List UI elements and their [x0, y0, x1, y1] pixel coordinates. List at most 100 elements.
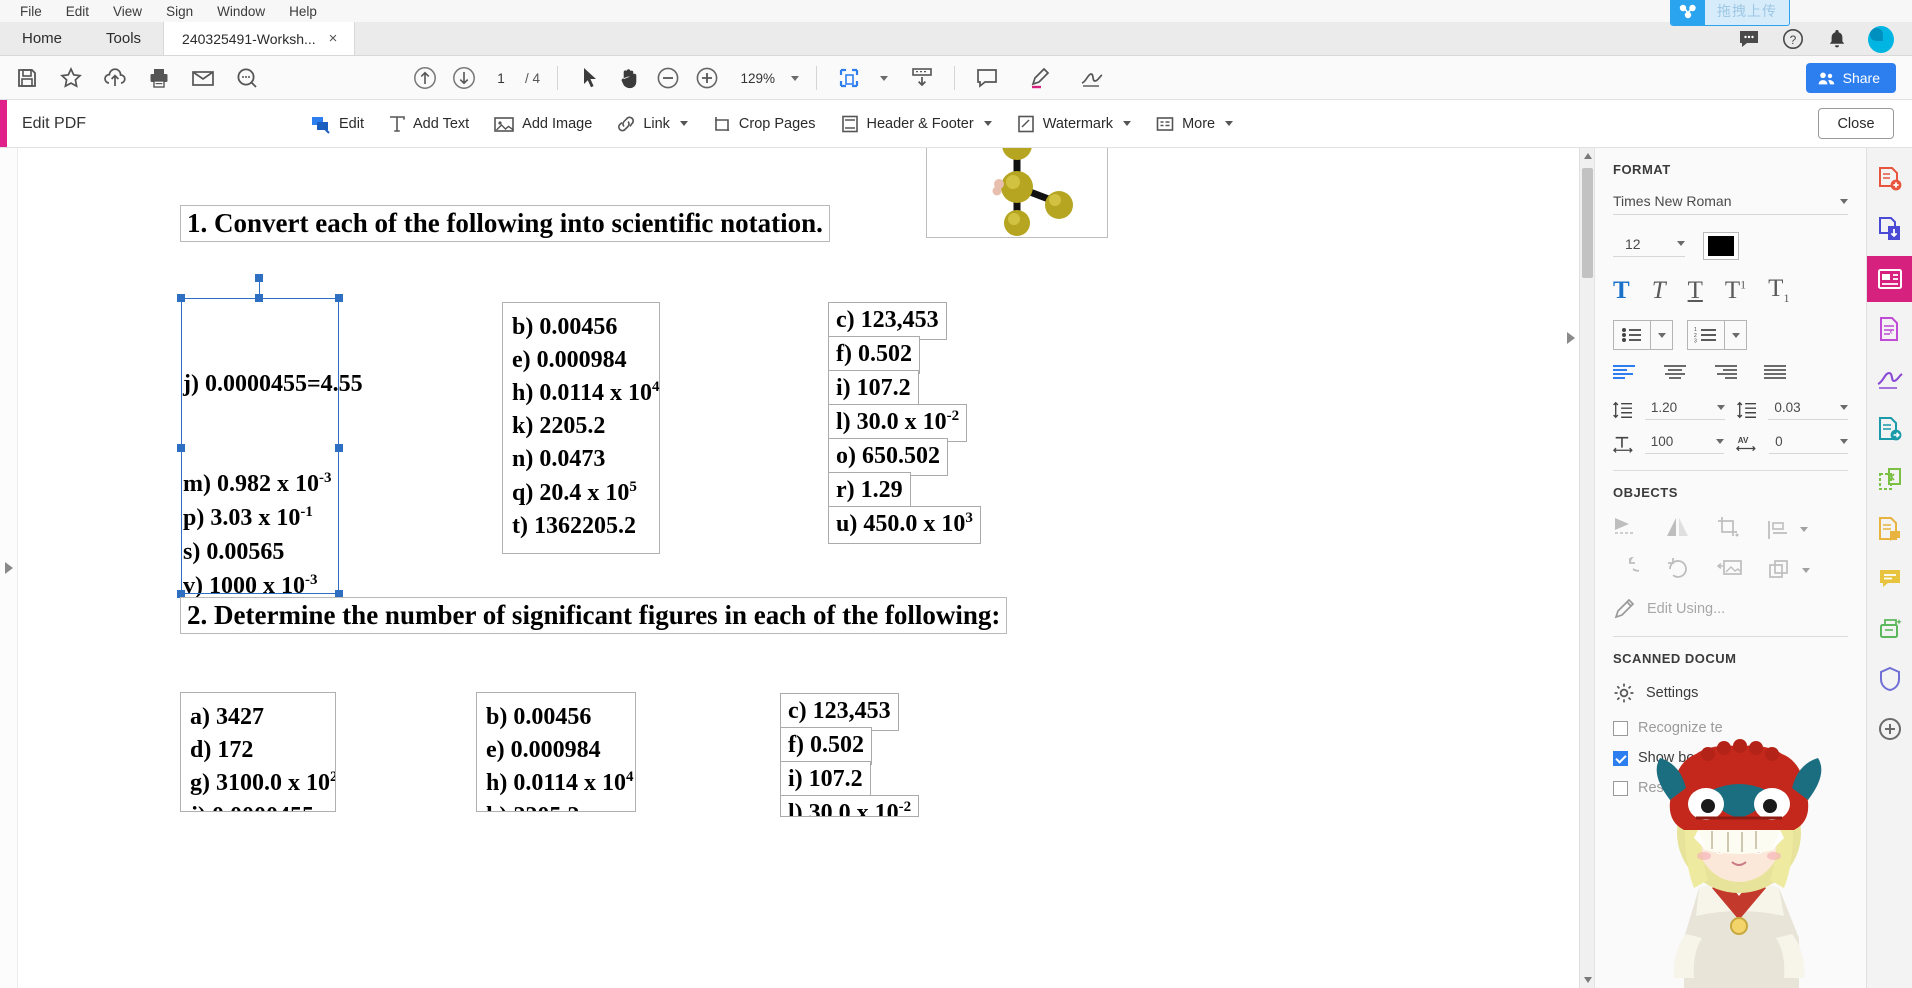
pan-hand-icon[interactable]	[614, 63, 644, 93]
help-icon[interactable]: ?	[1780, 26, 1806, 52]
q1-item-c[interactable]: c) 123,453	[828, 302, 947, 341]
menu-file[interactable]: File	[8, 2, 54, 21]
font-color-swatch[interactable]	[1703, 232, 1739, 260]
restrict-checkbox[interactable]	[1613, 780, 1628, 796]
enhance-scans-icon[interactable]	[1867, 606, 1912, 652]
selection-handle-mid-right[interactable]	[335, 444, 343, 452]
molecule-image[interactable]	[926, 148, 1108, 238]
italic-button[interactable]: T	[1652, 278, 1666, 303]
star-icon[interactable]	[56, 63, 86, 93]
chevron-down-icon-3[interactable]	[1123, 121, 1132, 126]
selection-handle-top-left[interactable]	[177, 294, 185, 302]
edit-using-row[interactable]: Edit Using...	[1613, 598, 1848, 620]
create-pdf-icon[interactable]	[1867, 156, 1912, 202]
document-canvas[interactable]: 1. Convert each of the following into sc…	[18, 148, 1579, 988]
numbered-list-dropdown[interactable]	[1724, 321, 1746, 349]
question-2-heading[interactable]: 2. Determine the number of significant f…	[180, 597, 1008, 634]
character-spacing-select[interactable]: 0	[1769, 434, 1849, 454]
next-page-icon[interactable]	[449, 63, 479, 93]
chevron-down-icon-size[interactable]	[1677, 241, 1685, 246]
tab-tools[interactable]: Tools	[84, 22, 163, 55]
chevron-down-icon-2[interactable]	[983, 121, 992, 126]
organize-pages-icon[interactable]	[1867, 456, 1912, 502]
ribbon-header-footer-button[interactable]: Header & Footer	[830, 108, 1002, 140]
page-number-input[interactable]	[488, 67, 514, 89]
paragraph-spacing-select[interactable]: 0.03	[1768, 400, 1848, 420]
export-pdf-icon[interactable]	[1867, 206, 1912, 252]
selection-handle-mid-left[interactable]	[177, 444, 185, 452]
chevron-down-icon-linespacing[interactable]	[1716, 405, 1725, 410]
comment-icon[interactable]	[1736, 26, 1762, 52]
avatar[interactable]	[1868, 25, 1894, 53]
scanned-settings-row[interactable]: Settings	[1613, 682, 1848, 704]
zoom-dropdown-caret-icon[interactable]	[791, 75, 800, 81]
q1-item-i[interactable]: i) 107.2	[828, 370, 919, 409]
zoom-in-icon[interactable]	[692, 63, 722, 93]
search-icon[interactable]	[232, 63, 262, 93]
ribbon-add-text-button[interactable]: Add Text	[378, 108, 479, 140]
close-icon[interactable]: ×	[326, 30, 341, 47]
q2-item-f[interactable]: f) 0.502	[780, 727, 872, 766]
ribbon-edit-button[interactable]: Edit	[300, 108, 374, 140]
line-spacing-select[interactable]: 1.20	[1644, 400, 1725, 420]
scroll-mode-icon[interactable]	[907, 63, 937, 93]
cloud-upload-icon[interactable]	[100, 63, 130, 93]
fit-page-icon[interactable]	[834, 63, 864, 93]
q1-item-u[interactable]: u) 450.0 x 103	[828, 506, 981, 545]
selection-handle-top-right[interactable]	[335, 294, 343, 302]
tab-document[interactable]: 240325491-Worksh... ×	[163, 22, 356, 55]
q2-column-1-box[interactable]: a) 3427 d) 172 g) 3100.0 x 102 j) 0.0000…	[180, 692, 336, 812]
show-boxes-row[interactable]: Show bo	[1613, 750, 1848, 766]
zoom-out-icon[interactable]	[653, 63, 683, 93]
comment-rail-icon[interactable]	[1867, 506, 1912, 552]
superscript-button[interactable]: T1	[1725, 278, 1746, 303]
expand-left-panel-icon[interactable]	[4, 562, 13, 574]
close-edit-button[interactable]: Close	[1818, 108, 1894, 139]
menu-edit[interactable]: Edit	[54, 2, 101, 21]
bell-icon[interactable]	[1824, 26, 1850, 52]
scroll-down-button[interactable]	[1580, 972, 1595, 988]
q1-item-o[interactable]: o) 650.502	[828, 438, 948, 477]
font-family-select[interactable]: Times New Roman	[1613, 193, 1848, 215]
show-boxes-checkbox[interactable]	[1613, 750, 1628, 766]
sign-rail-icon[interactable]	[1867, 356, 1912, 402]
share-button[interactable]: Share	[1805, 63, 1896, 93]
previous-page-icon[interactable]	[410, 63, 440, 93]
print-icon[interactable]	[144, 63, 174, 93]
zoom-level-value[interactable]: 129%	[731, 71, 775, 86]
comment-tool-icon[interactable]	[972, 63, 1002, 93]
send-for-review-icon[interactable]	[1867, 406, 1912, 452]
rotate-left-icon[interactable]	[1613, 553, 1647, 584]
chat-rail-icon[interactable]	[1867, 556, 1912, 602]
crop-object-icon[interactable]	[1717, 516, 1741, 543]
ribbon-crop-pages-button[interactable]: Crop Pages	[702, 108, 826, 140]
fit-dropdown-caret-icon[interactable]	[880, 75, 889, 81]
q2-item-c[interactable]: c) 123,453	[780, 693, 899, 732]
fill-sign-icon[interactable]: x	[1867, 306, 1912, 352]
align-justify-button[interactable]	[1763, 365, 1787, 384]
recognize-text-checkbox[interactable]	[1613, 720, 1628, 736]
q1-item-r[interactable]: r) 1.29	[828, 472, 911, 511]
q1-item-l[interactable]: l) 30.0 x 10-2	[828, 404, 968, 443]
scroll-up-button[interactable]	[1580, 148, 1595, 164]
chevron-down-icon-4[interactable]	[1225, 121, 1234, 126]
align-objects-icon[interactable]	[1767, 519, 1808, 541]
scrollbar-thumb[interactable]	[1582, 168, 1593, 278]
ribbon-link-button[interactable]: Link	[606, 108, 698, 140]
chevron-down-icon-arrange[interactable]	[1802, 568, 1810, 573]
ribbon-more-button[interactable]: More	[1145, 108, 1243, 140]
menu-help[interactable]: Help	[277, 2, 329, 21]
more-tools-icon[interactable]	[1867, 706, 1912, 752]
q1-item-f[interactable]: f) 0.502	[828, 336, 920, 375]
flip-horizontal-icon[interactable]	[1665, 516, 1691, 543]
font-size-select[interactable]: 12	[1613, 236, 1685, 257]
edit-pdf-rail-icon[interactable]	[1866, 256, 1912, 302]
align-center-button[interactable]	[1663, 365, 1687, 384]
email-icon[interactable]	[188, 63, 218, 93]
arrange-objects-icon[interactable]	[1769, 559, 1810, 582]
replace-image-icon[interactable]	[1716, 557, 1743, 584]
align-right-button[interactable]	[1713, 365, 1737, 384]
selection-handle-top-center[interactable]	[255, 294, 263, 302]
menu-view[interactable]: View	[101, 2, 154, 21]
save-icon[interactable]	[12, 63, 42, 93]
